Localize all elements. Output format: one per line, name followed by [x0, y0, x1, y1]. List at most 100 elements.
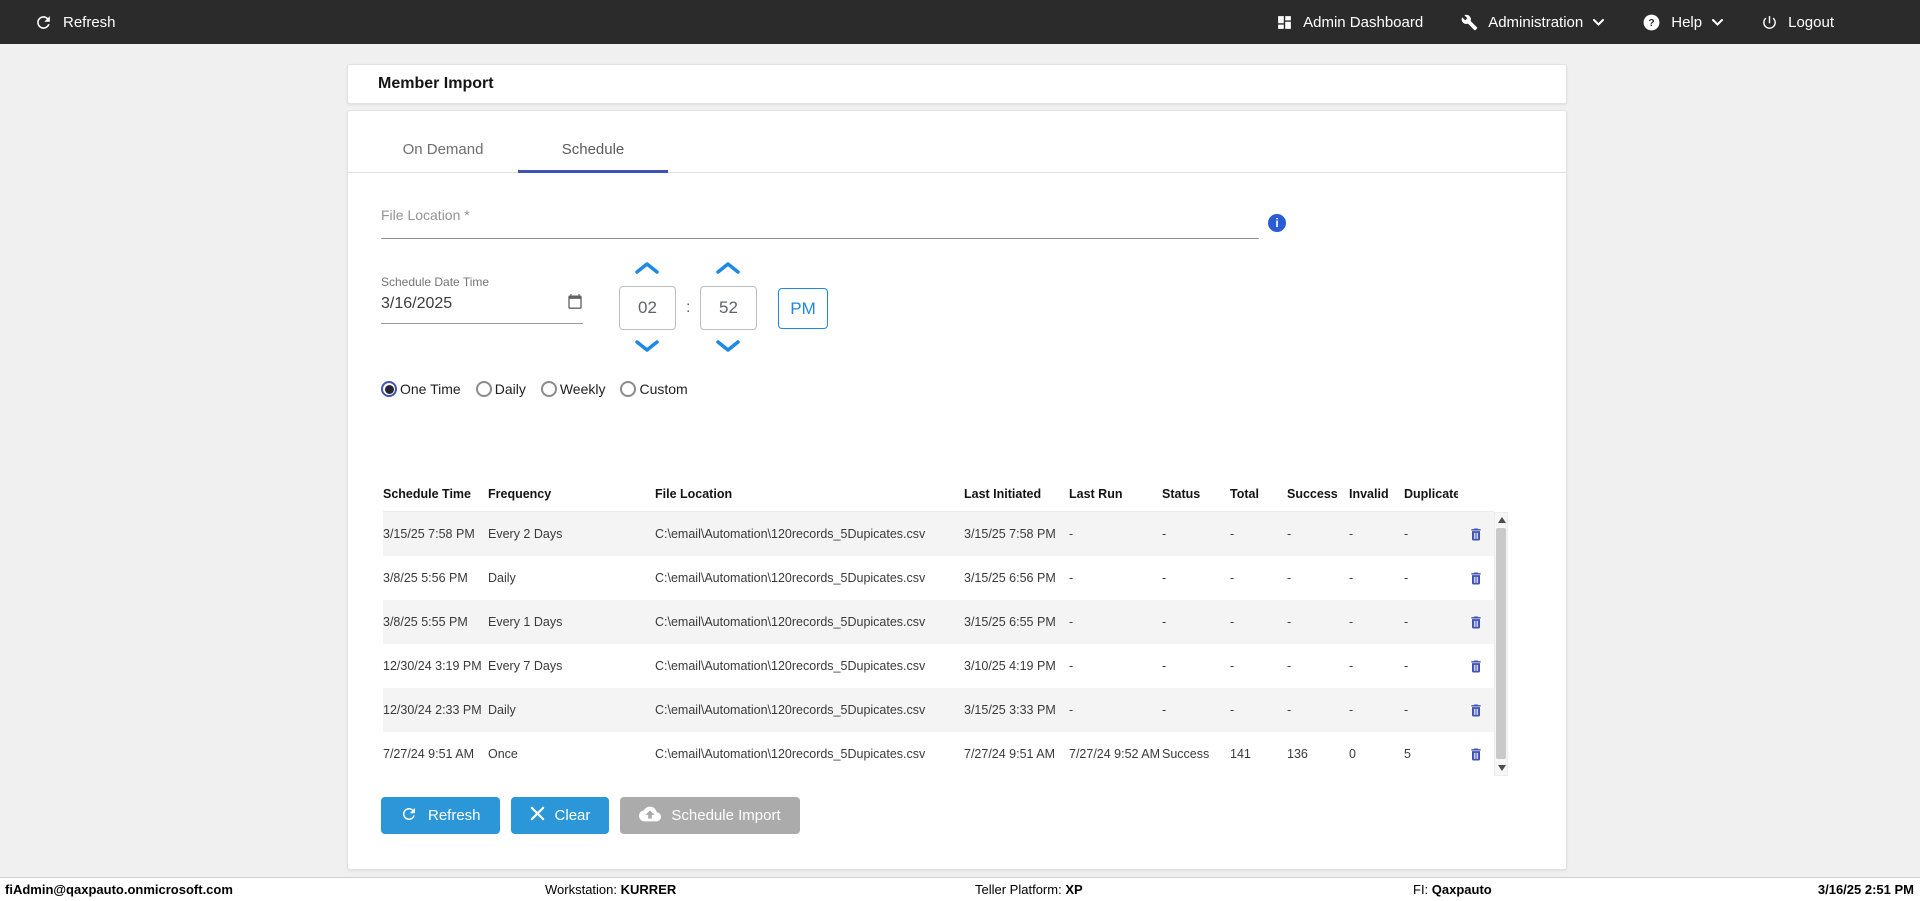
cell-duplicate: - — [1404, 571, 1409, 585]
cell-status: - — [1162, 571, 1167, 585]
column-header-schedule_time: Schedule Time — [383, 486, 471, 501]
cell-last_run: - — [1069, 571, 1074, 585]
cell-schedule_time: 12/30/24 2:33 PM — [383, 703, 482, 717]
cell-total: - — [1230, 571, 1235, 585]
cell-total: - — [1230, 615, 1235, 629]
delete-row-button[interactable] — [1468, 658, 1484, 675]
radio-custom[interactable]: Custom — [620, 381, 688, 397]
radio-one-time[interactable]: One Time — [381, 381, 461, 397]
help-menu[interactable]: ? Help — [1642, 13, 1724, 32]
delete-row-button[interactable] — [1468, 526, 1484, 543]
admin-dashboard-link[interactable]: Admin Dashboard — [1276, 14, 1423, 31]
cell-success: - — [1287, 659, 1292, 673]
cell-last_initiated: 3/15/25 6:55 PM — [964, 615, 1056, 629]
administration-label: Administration — [1488, 13, 1584, 31]
scrollbar-up-arrow[interactable] — [1495, 513, 1509, 527]
column-header-success: Success — [1287, 486, 1338, 501]
cell-file_location: C:\email\Automation\120records_5Dupicate… — [655, 615, 926, 629]
radio-label: One Time — [400, 381, 461, 397]
cell-actions — [1458, 614, 1494, 631]
logout-button[interactable]: Logout — [1761, 14, 1834, 31]
cell-schedule_time: 3/8/25 5:55 PM — [383, 615, 468, 629]
delete-row-button[interactable] — [1468, 702, 1484, 719]
power-icon — [1761, 14, 1778, 31]
page-title-card: Member Import — [347, 64, 1567, 104]
minute-decrement-button[interactable] — [715, 339, 741, 353]
file-location-input[interactable]: File Location * — [381, 207, 1259, 239]
minute-input[interactable]: 52 — [700, 286, 757, 330]
administration-menu[interactable]: Administration — [1461, 13, 1605, 31]
logout-label: Logout — [1788, 13, 1834, 31]
cell-invalid: 0 — [1349, 747, 1356, 761]
cell-total: - — [1230, 527, 1235, 541]
cell-frequency: Every 7 Days — [488, 659, 563, 673]
cell-file_location: C:\email\Automation\120records_5Dupicate… — [655, 703, 926, 717]
cell-frequency: Every 1 Days — [488, 615, 563, 629]
action-buttons: Refresh Clear Schedule Import — [381, 797, 800, 834]
tab-schedule[interactable]: Schedule — [518, 111, 668, 172]
cell-invalid: - — [1349, 659, 1354, 673]
refresh-button[interactable]: Refresh — [381, 797, 500, 834]
minute-increment-button[interactable] — [715, 261, 741, 275]
hour-increment-button[interactable] — [634, 261, 660, 275]
table-header-row: Schedule Time Frequency File Location Last … — [383, 476, 1494, 512]
cell-file_location: C:\email\Automation\120records_5Dupicate… — [655, 527, 926, 541]
table-row: 3/8/25 5:56 PM Daily C:\email\Automation\1… — [383, 556, 1494, 600]
info-icon[interactable]: i — [1268, 214, 1286, 232]
cell-schedule_time: 12/30/24 3:19 PM — [383, 659, 482, 673]
delete-row-button[interactable] — [1468, 570, 1484, 587]
cell-status: - — [1162, 527, 1167, 541]
active-tab-underline — [518, 170, 668, 173]
table-row: 7/27/24 9:51 AM Once C:\email\Automation\1… — [383, 732, 1494, 776]
column-header-duplicate: Duplicate — [1404, 486, 1458, 501]
radio-daily[interactable]: Daily — [475, 381, 526, 397]
hour-decrement-button[interactable] — [634, 339, 660, 353]
cell-total: 141 — [1230, 747, 1251, 761]
footer-datetime: 3/16/25 2:51 PM — [1817, 882, 1914, 897]
column-header-frequency: Frequency — [488, 486, 552, 501]
column-header-last_initiated: Last Initiated — [964, 486, 1042, 501]
cell-actions — [1458, 746, 1494, 763]
cell-success: - — [1287, 571, 1292, 585]
delete-row-button[interactable] — [1468, 614, 1484, 631]
cell-file_location: C:\email\Automation\120records_5Dupicate… — [655, 747, 926, 761]
cell-last_initiated: 3/15/25 7:58 PM — [964, 527, 1056, 541]
topbar-refresh-button[interactable]: Refresh — [34, 13, 116, 32]
scrollbar-thumb[interactable] — [1496, 528, 1506, 759]
cell-invalid: - — [1349, 703, 1354, 717]
chevron-down-icon — [1593, 18, 1605, 26]
delete-row-button[interactable] — [1468, 746, 1484, 763]
table-scrollbar[interactable] — [1494, 512, 1508, 776]
cell-schedule_time: 3/15/25 7:58 PM — [383, 527, 475, 541]
column-header-file_location: File Location — [655, 486, 733, 501]
cell-frequency: Once — [488, 747, 518, 761]
cell-actions — [1458, 658, 1494, 675]
cell-frequency: Daily — [488, 571, 516, 585]
cell-status: - — [1162, 659, 1167, 673]
cloud-upload-icon — [639, 803, 662, 829]
cell-invalid: - — [1349, 571, 1354, 585]
footer-user-email: fiAdmin@qaxpauto.onmicrosoft.com — [5, 882, 233, 897]
column-header-status: Status — [1162, 486, 1201, 501]
hour-input[interactable]: 02 — [619, 286, 676, 330]
cell-schedule_time: 3/8/25 5:56 PM — [383, 571, 468, 585]
calendar-icon[interactable] — [567, 293, 583, 315]
cell-total: - — [1230, 659, 1235, 673]
tab-on-demand[interactable]: On Demand — [368, 111, 518, 172]
meridiem-toggle-button[interactable]: PM — [778, 288, 828, 329]
radio-weekly[interactable]: Weekly — [540, 381, 605, 397]
schedule-import-button[interactable]: Schedule Import — [620, 797, 800, 834]
cell-last_run: 7/27/24 9:52 AM — [1069, 747, 1161, 761]
page-title: Member Import — [378, 75, 494, 92]
cell-last_run: - — [1069, 527, 1074, 541]
admin-dashboard-label: Admin Dashboard — [1303, 13, 1424, 31]
column-header-total: Total — [1230, 486, 1259, 501]
radio-circle-icon — [620, 381, 637, 397]
cell-success: - — [1287, 615, 1292, 629]
help-label: Help — [1671, 13, 1703, 31]
clear-button[interactable]: Clear — [510, 797, 610, 834]
file-location-placeholder: File Location * — [381, 207, 470, 223]
scrollbar-down-arrow[interactable] — [1495, 761, 1509, 775]
cell-actions — [1458, 526, 1494, 543]
date-input[interactable]: 3/16/2025 — [381, 293, 583, 324]
